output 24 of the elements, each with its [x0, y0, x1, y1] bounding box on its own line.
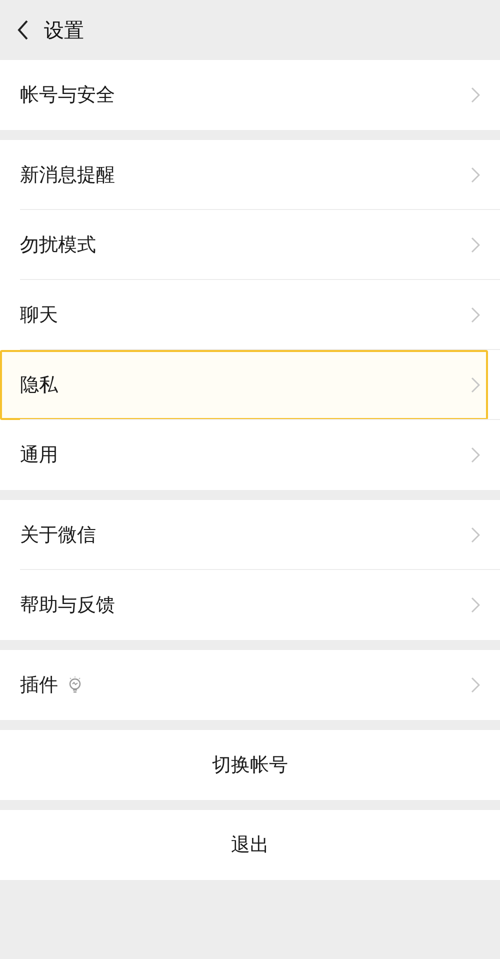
- settings-row[interactable]: 聊天: [0, 280, 500, 350]
- chevron-icon: [471, 87, 480, 103]
- settings-row[interactable]: 隐私: [0, 350, 488, 420]
- back-icon: [16, 19, 30, 41]
- settings-row[interactable]: 关于微信: [0, 500, 500, 570]
- chevron-icon: [471, 447, 480, 463]
- settings-row[interactable]: 勿扰模式: [0, 210, 500, 280]
- chevron-icon: [471, 307, 480, 323]
- chevron-icon: [471, 377, 480, 393]
- settings-row[interactable]: 帮助与反馈: [0, 570, 500, 640]
- settings-row[interactable]: 帐号与安全: [0, 60, 500, 130]
- page-title: 设置: [44, 16, 84, 44]
- action-button[interactable]: 退出: [0, 810, 500, 880]
- chevron-icon: [471, 527, 480, 543]
- settings-row[interactable]: 通用: [0, 420, 500, 490]
- action-button[interactable]: 切换帐号: [0, 730, 500, 800]
- chevron-icon: [471, 167, 480, 183]
- settings-row[interactable]: 新消息提醒: [0, 140, 500, 210]
- settings-row[interactable]: 插件: [0, 650, 500, 720]
- chevron-icon: [471, 237, 480, 253]
- back-button[interactable]: [16, 19, 30, 41]
- chevron-icon: [471, 597, 480, 613]
- bulb-icon: [68, 676, 82, 694]
- chevron-icon: [471, 677, 480, 693]
